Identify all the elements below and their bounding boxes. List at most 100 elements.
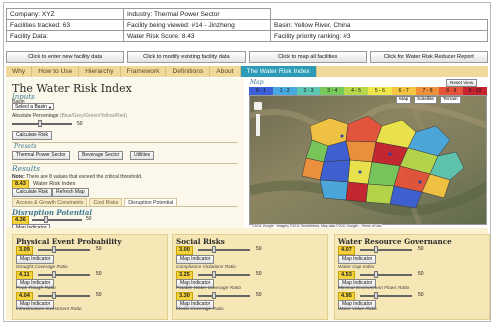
- preset-utilities-button[interactable]: Utilities: [130, 151, 155, 160]
- legend-item: 1 - 2: [272, 87, 297, 95]
- facility-info-table: Company: XYZ Industry: Thermal Power Sec…: [6, 8, 488, 42]
- indicator-label: Peak Trough Ratio: [16, 286, 56, 291]
- tab-hierarchy[interactable]: Hierarchy: [79, 66, 121, 77]
- indicator-slider-thumb[interactable]: [52, 292, 56, 299]
- panel-map-indicator-button[interactable]: Map Indicator: [16, 255, 55, 264]
- preset-thermal-power-button[interactable]: Thermal Power Sector: [12, 151, 70, 160]
- panel-max: 50: [256, 246, 262, 252]
- indicator-label: Potable Water Coverage Ratio: [176, 286, 241, 291]
- risk-reducer-report-button[interactable]: Click for Water Risk Reducer Report: [369, 51, 488, 63]
- disruption-slider-track[interactable]: [32, 219, 82, 221]
- map-facilities-button[interactable]: Click to map all facilities: [248, 51, 367, 63]
- map-type-satellite[interactable]: Satellite: [414, 96, 438, 104]
- panel-title: Water Resource Governance: [338, 237, 452, 246]
- legend-item: 2 - 3: [296, 87, 321, 95]
- indicator-slider-track[interactable]: [38, 274, 90, 276]
- map-type-terrain[interactable]: Terrain: [440, 96, 461, 104]
- panel-max: 50: [96, 246, 102, 252]
- indicator-slider-thumb[interactable]: [374, 292, 378, 299]
- tab-how-to-use[interactable]: How to Use: [32, 66, 80, 77]
- indicator-slider-track[interactable]: [360, 295, 412, 297]
- indicator-label: Media Coverage Ratio: [176, 307, 224, 312]
- water-risk-index-label: Water Risk Index: [33, 181, 76, 187]
- divider: [12, 163, 238, 164]
- panel-slider-thumb[interactable]: [212, 246, 216, 253]
- panel-slider-thumb[interactable]: [374, 246, 378, 253]
- calculate-risk-button-2[interactable]: Calculate Risk: [12, 188, 52, 197]
- legend-item: 5 - 6: [367, 87, 392, 95]
- panel-title: Social Risks: [176, 237, 225, 246]
- legend-item: 4 - 5: [344, 87, 368, 95]
- disruption-slider-thumb[interactable]: [44, 216, 48, 223]
- tab-why[interactable]: Why: [6, 66, 33, 77]
- results-heading: Results: [12, 164, 41, 173]
- map-title: Map: [250, 79, 264, 86]
- map-type-map[interactable]: Map: [396, 96, 412, 104]
- results-note: Note: There are 8 values that exceed the…: [12, 174, 142, 180]
- tab-definitions[interactable]: Definitions: [166, 66, 211, 77]
- indicator-max: 50: [418, 271, 424, 277]
- priority-ranking-cell: Facility priority ranking: #3: [270, 30, 488, 42]
- indicator-label: Drought Coverage Ratio: [16, 265, 68, 270]
- threshold-slider-track[interactable]: [12, 123, 72, 125]
- facilities-tracked-cell: Facilities tracked: 63: [6, 19, 124, 31]
- map-legend: 0 - 11 - 22 - 33 - 44 - 55 - 66 - 77 - 8…: [249, 87, 487, 95]
- modify-facility-button[interactable]: Click to modify existing facility data: [127, 51, 246, 63]
- industry-cell: Industry: Thermal Power Sector: [123, 8, 271, 20]
- threshold-slider-thumb[interactable]: [38, 120, 42, 127]
- enter-facility-button[interactable]: Click to enter new facility data: [6, 51, 125, 63]
- divider: [12, 142, 238, 143]
- legend-item: 9 - 10: [463, 87, 487, 95]
- panel-value: 4.07: [338, 246, 355, 255]
- indicator-label: Minimal Environment Flows Ratio: [338, 286, 410, 291]
- indicator-slider-track[interactable]: [38, 295, 90, 297]
- indicator-max: 50: [256, 292, 262, 298]
- legend-item: 3 - 4: [320, 87, 345, 95]
- threshold-hint: (Blue/Grey/Green/Yellow/Red): [59, 113, 127, 119]
- indicator-slider-track[interactable]: [198, 274, 250, 276]
- satellite-map[interactable]: [249, 95, 487, 225]
- action-button-row: Click to enter new facility data Click t…: [6, 51, 488, 63]
- tab-about[interactable]: About: [210, 66, 241, 77]
- legend-item: 8 - 9: [439, 87, 464, 95]
- tab-framework[interactable]: Framework: [121, 66, 167, 77]
- disruption-max: 50: [86, 216, 92, 222]
- indicator-slider-thumb[interactable]: [212, 271, 216, 278]
- indicator-max: 50: [256, 271, 262, 277]
- basin-cell: Basin: Yellow River, China: [270, 19, 488, 31]
- legend-item: 6 - 7: [391, 87, 416, 95]
- indicator-slider-thumb[interactable]: [212, 292, 216, 299]
- legend-item: 7 - 8: [415, 87, 440, 95]
- refresh-map-button[interactable]: Refresh Map: [52, 188, 89, 197]
- basin-select[interactable]: Select a Basin ▼: [12, 103, 54, 110]
- water-risk-score-cell: Water Risk Score: 8.43: [123, 30, 271, 42]
- calculate-risk-button[interactable]: Calculate Risk: [12, 131, 52, 140]
- indicator-label: Infrastructure Investment Ratio: [16, 307, 82, 312]
- indicator-max: 50: [418, 292, 424, 298]
- panel-value: 3.09: [16, 246, 33, 255]
- panel-slider-thumb[interactable]: [52, 246, 56, 253]
- panel-map-indicator-button[interactable]: Map Indicator: [176, 255, 215, 264]
- threshold-label-text: Absolute Percentage: [12, 113, 59, 119]
- panel-value: 3.00: [176, 246, 193, 255]
- panel-title: Physical Event Probability: [16, 237, 122, 246]
- panel-slider-track[interactable]: [198, 249, 250, 251]
- indicator-slider-thumb[interactable]: [374, 271, 378, 278]
- chevron-down-icon: ▼: [48, 105, 52, 110]
- panel-slider-track[interactable]: [38, 249, 90, 251]
- threshold-value: 50: [77, 121, 83, 127]
- indicator-slider-track[interactable]: [360, 274, 412, 276]
- indicator-slider-thumb[interactable]: [52, 271, 56, 278]
- panel-max: 50: [418, 246, 424, 252]
- tab-water-risk-index[interactable]: The Water Risk Index: [240, 66, 317, 77]
- panel-slider-track[interactable]: [360, 249, 412, 251]
- company-cell: Company: XYZ: [6, 8, 124, 20]
- main-tabs: Why How to Use Hierarchy Framework Defin…: [6, 66, 488, 77]
- indicator-slider-track[interactable]: [198, 295, 250, 297]
- results-note-text: There are 8 values that exceed the criti…: [26, 174, 143, 180]
- reset-view-button[interactable]: Reset View: [446, 79, 478, 87]
- facility-viewed-cell: Facility being viewed: #14 - Jinzheng: [123, 19, 271, 31]
- preset-beverage-button[interactable]: Beverage Sector: [78, 151, 124, 160]
- panel-map-indicator-button[interactable]: Map Indicator: [338, 255, 377, 264]
- basin-select-value: Select a Basin: [15, 104, 47, 110]
